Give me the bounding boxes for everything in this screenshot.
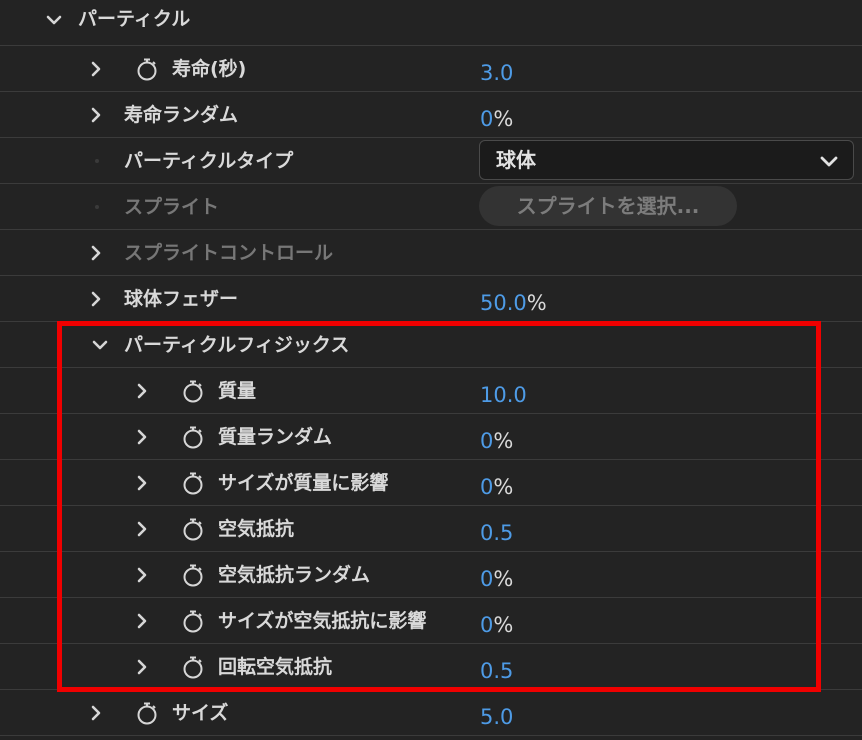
property-value[interactable]: 0% — [480, 96, 513, 142]
property-row-mass-random[interactable]: 質量ランダム 0% — [0, 414, 862, 460]
property-value[interactable]: 0.5 — [480, 510, 513, 556]
property-label: スプライト — [124, 196, 220, 218]
property-label: サイズが空気抵抗に影響 — [218, 610, 427, 632]
chevron-right-icon[interactable] — [84, 103, 108, 127]
stopwatch-icon[interactable] — [134, 56, 160, 82]
stopwatch-icon[interactable] — [180, 424, 206, 450]
stopwatch-icon[interactable] — [180, 516, 206, 542]
chevron-right-icon[interactable] — [84, 241, 108, 265]
property-label: サイズが質量に影響 — [218, 472, 389, 494]
property-value[interactable]: 0% — [480, 602, 513, 648]
chevron-right-icon[interactable] — [130, 563, 154, 587]
property-value[interactable]: 10.0 — [480, 372, 527, 418]
section-particles-row[interactable]: パーティクル — [0, 0, 862, 46]
chevron-right-icon[interactable] — [130, 517, 154, 541]
stopwatch-icon[interactable] — [180, 654, 206, 680]
property-label: 質量 — [218, 380, 257, 402]
chevron-right-icon[interactable] — [130, 471, 154, 495]
property-row-size-affects-air-resistance[interactable]: サイズが空気抵抗に影響 0% — [0, 598, 862, 644]
chevron-down-icon[interactable] — [42, 8, 66, 32]
stopwatch-icon[interactable] — [180, 608, 206, 634]
property-value[interactable]: 5.0 — [480, 694, 513, 740]
property-label: スプライトコントロール — [124, 242, 334, 264]
chevron-right-icon[interactable] — [84, 57, 108, 81]
property-row-sprite: スプライト スプライトを選択... — [0, 184, 862, 230]
stopwatch-icon[interactable] — [134, 700, 160, 726]
property-value[interactable]: 0.5 — [480, 648, 513, 694]
effect-controls-panel: パーティクル 寿命(秒) 3.0 寿命ランダム 0% パーティクルタイプ 球体 — [0, 0, 862, 736]
property-label: 空気抵抗 — [218, 518, 295, 540]
property-row-size[interactable]: サイズ 5.0 — [0, 690, 862, 736]
property-row-particle-type: パーティクルタイプ 球体 — [0, 138, 862, 184]
property-row-sprite-control[interactable]: スプライトコントロール — [0, 230, 862, 276]
property-row-lifetime[interactable]: 寿命(秒) 3.0 — [0, 46, 862, 92]
bullet-dot — [95, 159, 99, 163]
chevron-right-icon[interactable] — [130, 609, 154, 633]
property-row-size-affects-mass[interactable]: サイズが質量に影響 0% — [0, 460, 862, 506]
property-label: 回転空気抵抗 — [218, 656, 333, 678]
chevron-down-icon[interactable] — [88, 333, 112, 357]
stopwatch-icon[interactable] — [180, 470, 206, 496]
property-row-rotational-air-resistance[interactable]: 回転空気抵抗 0.5 — [0, 644, 862, 690]
property-label: 球体フェザー — [124, 288, 239, 310]
property-value[interactable]: 0% — [480, 464, 513, 510]
property-value[interactable]: 3.0 — [480, 50, 513, 96]
particle-type-dropdown[interactable]: 球体 — [479, 140, 854, 180]
property-label: 空気抵抗ランダム — [218, 564, 371, 586]
property-row-air-resistance-random[interactable]: 空気抵抗ランダム 0% — [0, 552, 862, 598]
chevron-right-icon[interactable] — [84, 287, 108, 311]
property-label: パーティクルタイプ — [124, 150, 294, 172]
property-value[interactable]: 0% — [480, 418, 513, 464]
group-particle-physics-row[interactable]: パーティクルフィジックス — [0, 322, 862, 368]
property-label: 寿命ランダム — [124, 104, 239, 126]
property-row-sphere-feather[interactable]: 球体フェザー 50.0% — [0, 276, 862, 322]
property-row-lifetime-random[interactable]: 寿命ランダム 0% — [0, 92, 862, 138]
stopwatch-icon[interactable] — [180, 562, 206, 588]
dropdown-value: 球体 — [496, 148, 536, 172]
chevron-right-icon[interactable] — [84, 701, 108, 725]
chevron-right-icon[interactable] — [130, 655, 154, 679]
property-label: 質量ランダム — [218, 426, 333, 448]
property-value[interactable]: 50.0% — [480, 280, 547, 326]
property-value[interactable]: 0% — [480, 556, 513, 602]
section-label: パーティクル — [78, 8, 191, 30]
property-label: 寿命(秒) — [172, 58, 247, 80]
chevron-right-icon[interactable] — [130, 379, 154, 403]
stopwatch-icon[interactable] — [180, 378, 206, 404]
chevron-right-icon[interactable] — [130, 425, 154, 449]
chevron-down-icon — [817, 149, 841, 173]
bullet-dot — [95, 205, 99, 209]
property-label: サイズ — [172, 702, 229, 724]
group-label: パーティクルフィジックス — [124, 334, 350, 356]
select-sprite-button[interactable]: スプライトを選択... — [479, 186, 737, 226]
property-row-air-resistance[interactable]: 空気抵抗 0.5 — [0, 506, 862, 552]
property-row-mass[interactable]: 質量 10.0 — [0, 368, 862, 414]
